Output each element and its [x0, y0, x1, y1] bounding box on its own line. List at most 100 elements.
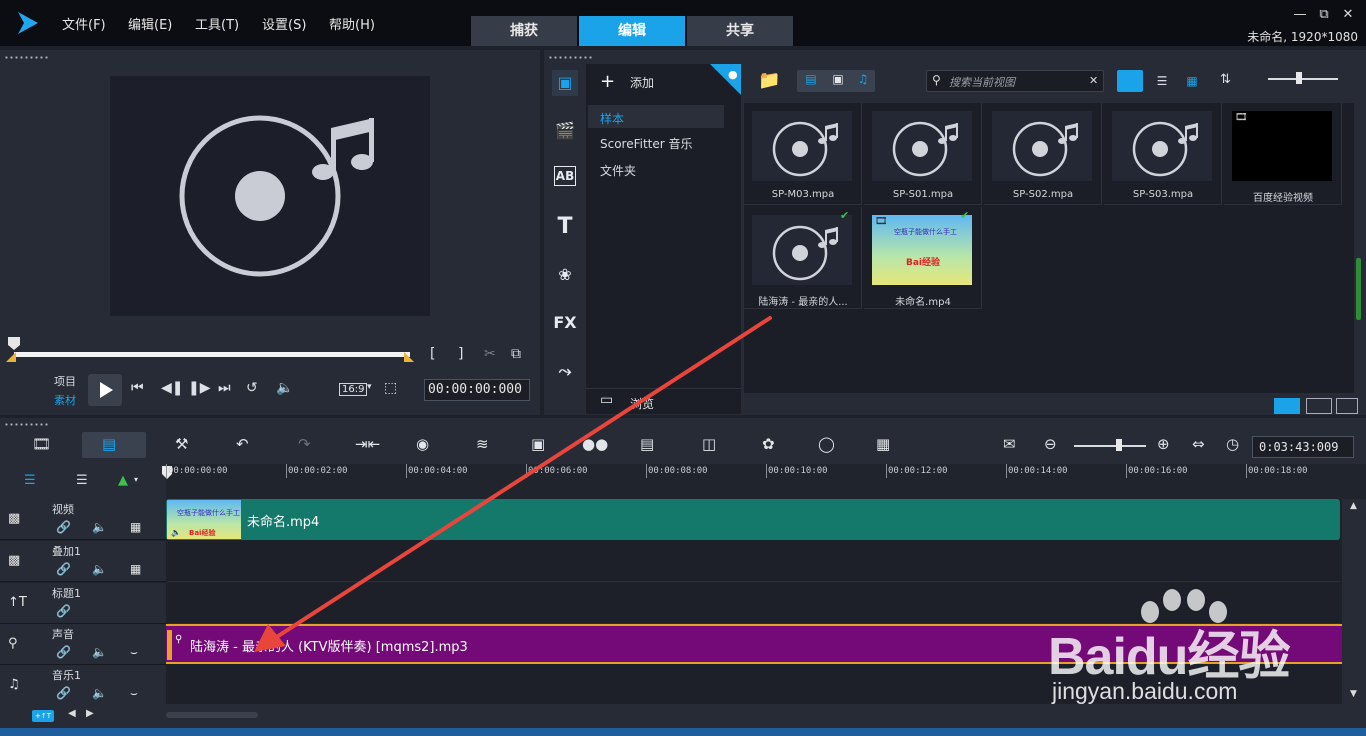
aspect-ratio-button[interactable]: 16:9: [339, 383, 368, 396]
storyboard-view-icon[interactable]: [1306, 398, 1332, 414]
show-photos-icon[interactable]: ▣: [826, 72, 850, 90]
import-folder-icon[interactable]: 📁: [758, 70, 780, 91]
trim-in-marker-icon[interactable]: [6, 352, 16, 362]
edit-options-icon[interactable]: [1336, 398, 1358, 414]
trim-out-marker-icon[interactable]: [404, 352, 414, 362]
library-item[interactable]: SP-S02.mpa: [984, 103, 1102, 205]
title-icon[interactable]: T: [552, 214, 578, 240]
tab-share[interactable]: 共享: [687, 16, 793, 46]
zoom-slider[interactable]: [1074, 445, 1146, 447]
chevron-down-icon[interactable]: ▾: [367, 382, 372, 392]
toolbar-settings-icon[interactable]: ⚒: [175, 435, 188, 455]
sound-mixer-icon[interactable]: ≋: [476, 435, 489, 455]
transparency-icon[interactable]: ▦: [130, 520, 141, 534]
scrollbar-thumb[interactable]: [1356, 258, 1361, 320]
show-audio-icon[interactable]: ♫: [852, 72, 874, 90]
pin-icon[interactable]: ●: [710, 64, 741, 95]
library-item[interactable]: SP-S01.mpa: [864, 103, 982, 205]
redo-icon[interactable]: ↷: [298, 435, 311, 455]
auto-music-icon[interactable]: ▣: [531, 435, 545, 455]
play-button[interactable]: [88, 374, 122, 406]
auto-ducking-icon[interactable]: ⌣: [130, 686, 138, 701]
duration-clock-icon[interactable]: ◷: [1226, 435, 1239, 455]
time-remapping-icon[interactable]: ✿: [762, 435, 775, 455]
show-all-tracks-icon[interactable]: ☰: [24, 473, 36, 488]
chapter-marker-icon[interactable]: ▲: [118, 473, 128, 488]
add-icon[interactable]: +: [600, 71, 615, 92]
filter-icon[interactable]: FX: [552, 310, 578, 336]
timeline-ruler[interactable]: 00:00:00:00 00:00:02:00 00:00:04:00 00:00:0…: [162, 464, 1366, 499]
mute-icon[interactable]: 🔈: [92, 686, 107, 700]
library-item[interactable]: ✔ 陆海涛 - 最亲的人...: [744, 207, 862, 309]
scroll-left-icon[interactable]: ◀: [68, 708, 76, 719]
clear-search-icon[interactable]: ✕: [1089, 74, 1098, 87]
track-lane-overlay[interactable]: [168, 541, 1340, 582]
sort-icon[interactable]: ⇅: [1220, 72, 1231, 87]
media-icon[interactable]: ▣: [552, 70, 578, 96]
fit-in-width-icon[interactable]: ⇥⇤: [355, 435, 380, 455]
close-icon[interactable]: ✕: [1340, 8, 1356, 22]
zoom-out-icon[interactable]: ⊖: [1044, 435, 1057, 455]
zoom-slider-handle[interactable]: [1116, 439, 1122, 451]
tab-edit[interactable]: 编辑: [579, 16, 685, 46]
search-input[interactable]: 搜索当前视图: [949, 74, 1015, 90]
library-item[interactable]: SP-M03.mpa: [744, 103, 862, 205]
volume-icon[interactable]: 🔈: [276, 380, 293, 396]
browse-label[interactable]: 浏览: [630, 395, 654, 412]
graphic-icon[interactable]: ❀: [552, 262, 578, 288]
project-mode-label[interactable]: 项目: [54, 373, 76, 389]
menu-edit[interactable]: 编辑(E): [128, 14, 172, 33]
previous-frame-icon[interactable]: ◀❚: [161, 380, 184, 396]
stop-motion-icon[interactable]: ◯: [818, 435, 835, 455]
track-manager-icon[interactable]: ☰: [76, 473, 88, 488]
multi-camera-icon[interactable]: ◫: [702, 435, 716, 455]
path-icon[interactable]: ⤳: [552, 358, 578, 384]
pan-zoom-icon[interactable]: ▦: [876, 435, 890, 455]
home-icon[interactable]: ⏮: [131, 380, 144, 396]
clip-mode-label[interactable]: 素材: [54, 392, 76, 408]
thumbnail-view-icon[interactable]: [1117, 70, 1143, 92]
folder-item-scorefitter[interactable]: ScoreFitter 音乐: [600, 135, 693, 152]
mark-out-icon[interactable]: ]: [458, 346, 463, 362]
timecode-display[interactable]: 00:00:00:000: [424, 379, 530, 401]
transparency-icon[interactable]: ▦: [130, 562, 141, 576]
scrubber-track[interactable]: [14, 352, 410, 357]
menu-help[interactable]: 帮助(H): [329, 14, 375, 33]
folder-item-samples[interactable]: 样本: [600, 110, 624, 127]
subtitle-editor-icon[interactable]: ▤: [640, 435, 654, 455]
panel-grip[interactable]: [4, 423, 50, 426]
transform-icon[interactable]: ⬚: [384, 380, 397, 396]
menu-file[interactable]: 文件(F): [62, 14, 106, 33]
record-capture-icon[interactable]: ◉: [416, 435, 429, 455]
link-icon[interactable]: 🔗: [56, 562, 71, 576]
restore-icon[interactable]: ⧉: [1316, 8, 1332, 22]
mute-icon[interactable]: 🔈: [92, 645, 107, 659]
mute-icon[interactable]: 🔈: [92, 520, 107, 534]
enlarge-icon[interactable]: ⧉: [511, 346, 521, 362]
next-frame-icon[interactable]: ❚▶: [188, 380, 211, 396]
smart-proxy-icon[interactable]: ✉: [1003, 435, 1016, 455]
storyboard-icon[interactable]: 🎞: [32, 435, 51, 455]
minimize-icon[interactable]: —: [1292, 8, 1308, 22]
add-track-icon[interactable]: +↑T: [32, 710, 54, 722]
menu-tools[interactable]: 工具(T): [195, 14, 239, 33]
auto-ducking-icon[interactable]: ⌣: [130, 645, 138, 660]
panel-grip[interactable]: [548, 56, 594, 59]
instant-project-icon[interactable]: 🎬: [552, 118, 578, 144]
library-item[interactable]: 🎞 百度经验视频: [1224, 103, 1342, 205]
split-clip-icon[interactable]: ✂: [484, 346, 496, 362]
library-view-icon[interactable]: [1274, 398, 1300, 414]
link-icon[interactable]: 🔗: [56, 686, 71, 700]
timeline-view-button[interactable]: ▤: [82, 432, 146, 458]
browse-icon[interactable]: ▭: [600, 392, 613, 408]
audio-clip-edge[interactable]: [167, 630, 172, 660]
thumbnail-size-slider[interactable]: [1268, 78, 1338, 80]
list-view-icon[interactable]: ☰: [1149, 70, 1175, 92]
menu-settings[interactable]: 设置(S): [262, 14, 306, 33]
horizontal-scrollbar[interactable]: [166, 712, 258, 718]
link-icon[interactable]: 🔗: [56, 645, 71, 659]
grid-view-icon[interactable]: ▦: [1179, 70, 1205, 92]
motion-tracking-icon[interactable]: ●●: [582, 435, 608, 455]
undo-icon[interactable]: ↶: [236, 435, 249, 455]
scroll-right-icon[interactable]: ▶: [86, 708, 94, 719]
